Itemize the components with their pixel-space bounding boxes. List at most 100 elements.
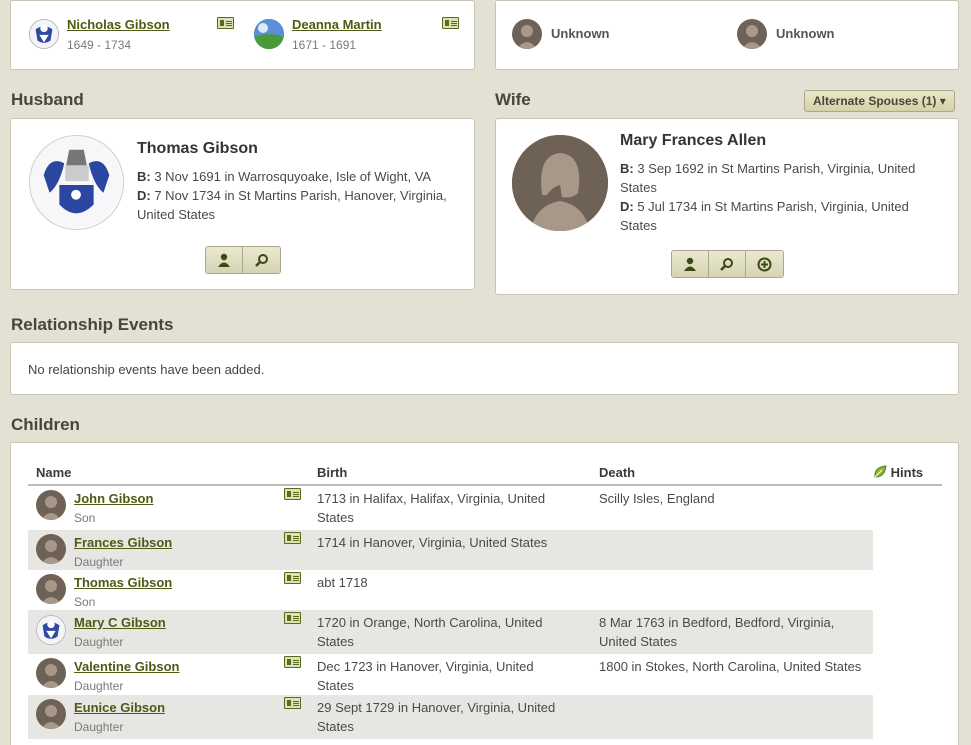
- death-label: D:: [137, 188, 151, 203]
- deanna-martin-avatar[interactable]: [254, 19, 284, 49]
- child-death: [591, 570, 873, 573]
- wife-avatar[interactable]: [512, 135, 608, 231]
- child-death: 8 Mar 1763 in Bedford, Bedford, Virginia…: [599, 615, 835, 649]
- children-table: Name Birth Death Hints John Gibson Son 171…: [28, 460, 942, 739]
- wife-section-title: Wife: [495, 90, 531, 109]
- hints-label: Hints: [890, 464, 924, 480]
- child-avatar[interactable]: [36, 574, 66, 604]
- child-name-link[interactable]: Mary C Gibson: [74, 613, 166, 632]
- person-icon: [218, 253, 230, 267]
- child-birth: abt 1718: [317, 575, 368, 590]
- child-hints-cell: [873, 654, 942, 695]
- child-name-link[interactable]: Frances Gibson: [74, 533, 172, 552]
- nicholas-gibson-avatar[interactable]: [29, 19, 59, 49]
- child-avatar[interactable]: [36, 534, 66, 564]
- child-hints-cell: [873, 530, 942, 570]
- child-relation: Daughter: [74, 679, 124, 693]
- child-birth: 1714 in Hanover, Virginia, United States: [317, 535, 548, 550]
- profile-card-icon[interactable]: [284, 612, 301, 624]
- relationship-events-title: Relationship Events: [11, 315, 174, 334]
- husband-death: 7 Nov 1734 in St Martins Parish, Hanover…: [137, 188, 447, 222]
- table-row[interactable]: Thomas Gibson Son abt 1718: [28, 570, 942, 610]
- column-header-name[interactable]: Name: [28, 460, 309, 486]
- child-birth: 1713 in Halifax, Halifax, Virginia, Unit…: [317, 491, 546, 525]
- profile-card-icon[interactable]: [284, 572, 301, 584]
- child-avatar[interactable]: [36, 615, 66, 645]
- wife-death: 5 Jul 1734 in St Martins Parish, Virgini…: [620, 199, 909, 233]
- children-title: Children: [11, 415, 80, 434]
- column-header-birth[interactable]: Birth: [309, 460, 591, 486]
- table-row[interactable]: John Gibson Son 1713 in Halifax, Halifax, …: [28, 485, 942, 530]
- parent-dates-nicholas-gibson: 1649 - 1734: [67, 38, 132, 52]
- child-relation: Daughter: [74, 720, 124, 734]
- child-hints-cell: [873, 610, 942, 654]
- child-birth: 29 Sept 1729 in Hanover, Virginia, Unite…: [317, 700, 556, 734]
- column-header-hints[interactable]: Hints: [873, 460, 942, 486]
- child-name-link[interactable]: John Gibson: [74, 489, 153, 508]
- wife-actions: [671, 250, 784, 278]
- child-death: 1800 in Stokes, North Carolina, United S…: [599, 659, 862, 674]
- child-relation: Daughter: [74, 635, 124, 649]
- person-icon: [684, 257, 696, 271]
- view-profile-button[interactable]: [206, 247, 243, 273]
- husband-name[interactable]: Thomas Gibson: [137, 140, 258, 158]
- wife-birth: 3 Sep 1692 in St Martins Parish, Virgini…: [620, 161, 916, 195]
- child-avatar[interactable]: [36, 658, 66, 688]
- profile-card-icon[interactable]: [442, 17, 459, 29]
- profile-card-icon[interactable]: [284, 488, 301, 500]
- profile-card-icon[interactable]: [284, 656, 301, 668]
- child-hints-cell: [873, 570, 942, 610]
- table-row[interactable]: Frances Gibson Daughter 1714 in Hanover, V…: [28, 530, 942, 570]
- table-row[interactable]: Valentine Gibson Daughter Dec 1723 in Hano…: [28, 654, 942, 695]
- unknown-parent-avatar[interactable]: [512, 19, 542, 49]
- child-birth: 1720 in Orange, North Carolina, United S…: [317, 615, 543, 649]
- wife-card: Mary Frances Allen B: 3 Sep 1692 in St M…: [495, 118, 959, 295]
- child-relation: Son: [74, 511, 96, 525]
- unknown-parent-avatar[interactable]: [737, 19, 767, 49]
- parent-dates-deanna-martin: 1671 - 1691: [292, 38, 357, 52]
- parent-name-deanna-martin[interactable]: Deanna Martin: [292, 17, 382, 32]
- child-death: [591, 695, 873, 698]
- profile-card-icon[interactable]: [284, 532, 301, 544]
- relationship-events-card: No relationship events have been added.: [10, 342, 959, 395]
- unknown-parent-label[interactable]: Unknown: [776, 26, 835, 41]
- profile-card-icon[interactable]: [284, 697, 301, 709]
- wife-parents-card: Unknown Unknown: [495, 0, 959, 70]
- child-avatar[interactable]: [36, 490, 66, 520]
- child-name-link[interactable]: Thomas Gibson: [74, 573, 172, 592]
- child-death: [591, 530, 873, 533]
- birth-label: B:: [137, 169, 151, 184]
- parent-name-nicholas-gibson[interactable]: Nicholas Gibson: [67, 17, 170, 32]
- view-profile-button[interactable]: [672, 251, 709, 277]
- child-name-link[interactable]: Eunice Gibson: [74, 698, 165, 717]
- death-label: D:: [620, 199, 634, 214]
- husband-section-title: Husband: [11, 90, 84, 109]
- add-circle-icon: [757, 257, 772, 271]
- wife-name[interactable]: Mary Frances Allen: [620, 132, 766, 150]
- child-hints-cell: [873, 485, 942, 530]
- alternate-spouses-button[interactable]: Alternate Spouses (1) ▾: [804, 90, 955, 112]
- child-name-link[interactable]: Valentine Gibson: [74, 657, 179, 676]
- table-row[interactable]: Mary C Gibson Daughter 1720 in Orange, Nor…: [28, 610, 942, 654]
- leaf-icon: [873, 464, 887, 479]
- profile-card-icon[interactable]: [217, 17, 234, 29]
- relationship-events-empty: No relationship events have been added.: [28, 362, 265, 377]
- husband-parents-card: Nicholas Gibson 1649 - 1734 Deanna Marti…: [10, 0, 475, 70]
- child-birth: Dec 1723 in Hanover, Virginia, United St…: [317, 659, 534, 693]
- search-records-button[interactable]: [709, 251, 746, 277]
- child-avatar[interactable]: [36, 699, 66, 729]
- add-button[interactable]: [746, 251, 783, 277]
- unknown-parent-label[interactable]: Unknown: [551, 26, 610, 41]
- wife-details: B: 3 Sep 1692 in St Martins Parish, Virg…: [620, 159, 940, 235]
- husband-details: B: 3 Nov 1691 in Warrosquyoake, Isle of …: [137, 167, 462, 224]
- child-hints-cell: [873, 695, 942, 739]
- husband-card: Thomas Gibson B: 3 Nov 1691 in Warrosquy…: [10, 118, 475, 290]
- column-header-death[interactable]: Death: [591, 460, 873, 486]
- search-icon: [254, 254, 268, 267]
- husband-avatar[interactable]: [29, 135, 124, 230]
- search-icon: [720, 258, 733, 271]
- table-row[interactable]: Eunice Gibson Daughter 29 Sept 1729 in Han…: [28, 695, 942, 739]
- search-records-button[interactable]: [243, 247, 280, 273]
- husband-actions: [205, 246, 281, 274]
- birth-label: B:: [620, 161, 634, 176]
